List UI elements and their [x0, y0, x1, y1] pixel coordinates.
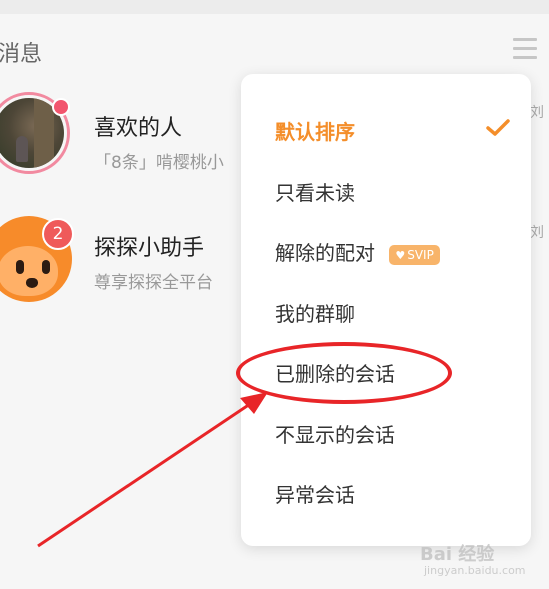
conversation-side-text: 刘	[530, 105, 544, 121]
unread-dot	[52, 98, 70, 116]
conversation-preview: 「8条」啃樱桃小	[94, 153, 224, 173]
top-bar	[0, 0, 549, 14]
sort-dropdown-menu: 默认排序 只看未读 解除的配对 ♥ SVIP 我的群聊 已删除的会话 不显示的会话…	[241, 74, 531, 546]
menu-item-my-groups[interactable]: 我的群聊	[275, 298, 355, 327]
menu-item-hidden-conversations[interactable]: 不显示的会话	[275, 419, 395, 448]
page-title: 消息	[0, 42, 43, 67]
menu-icon[interactable]	[513, 38, 537, 62]
conversation-side-text: 刘	[530, 225, 544, 241]
conversation-name: 探探小助手	[94, 236, 205, 261]
annotation-ellipse	[236, 342, 452, 404]
heart-icon: ♥	[395, 248, 406, 262]
menu-item-abnormal-conversations[interactable]: 异常会话	[275, 479, 355, 508]
menu-item-unmatched[interactable]: 解除的配对 ♥ SVIP	[275, 237, 440, 266]
watermark-url: jingyan.baidu.com	[424, 564, 526, 577]
svip-label: SVIP	[407, 247, 434, 262]
unread-badge: 2	[42, 218, 74, 250]
watermark: Bai 经验	[420, 544, 495, 565]
menu-item-unread-only[interactable]: 只看未读	[275, 177, 355, 206]
menu-item-label: 解除的配对	[275, 241, 375, 265]
conversation-name: 喜欢的人	[94, 116, 183, 141]
checkmark-icon	[486, 119, 510, 136]
menu-item-default-sort[interactable]: 默认排序	[275, 116, 355, 145]
svip-badge: ♥ SVIP	[389, 244, 440, 265]
conversation-preview: 尊享探探全平台	[94, 273, 213, 293]
